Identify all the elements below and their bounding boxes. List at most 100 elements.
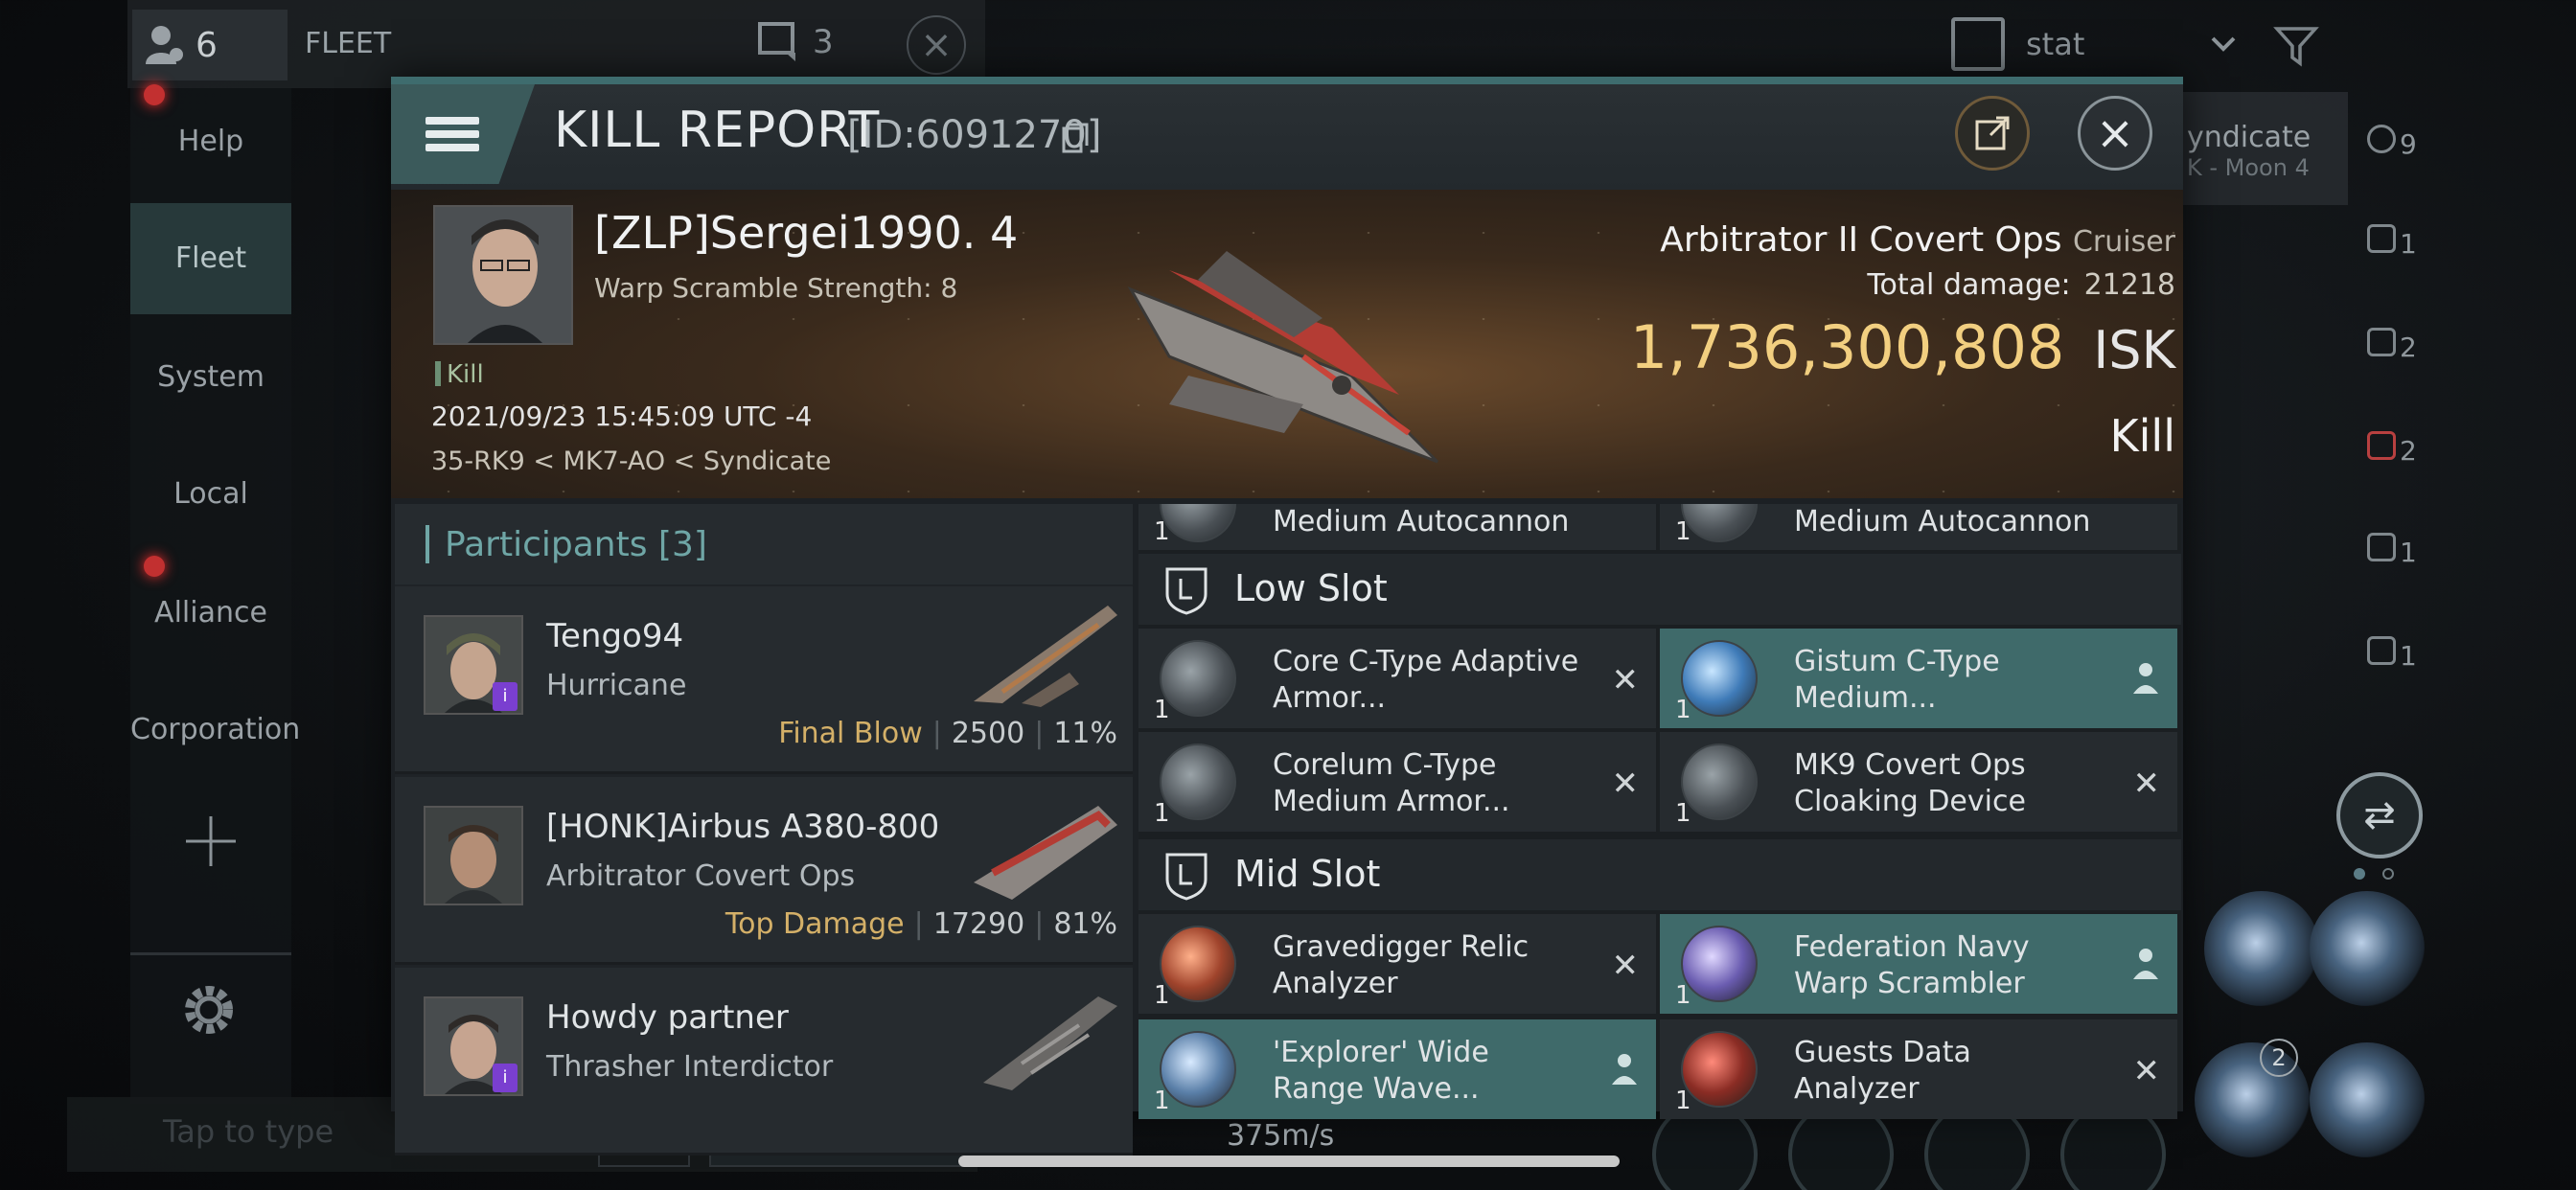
- fitting-quantity: 1: [1154, 696, 1170, 724]
- fitting-item[interactable]: 1 Guests Data Analyzer ✕: [1660, 1019, 2177, 1119]
- participant-ship: Hurricane: [546, 669, 687, 702]
- participant-damage: 2500: [951, 717, 1025, 750]
- sidebar-divider: [130, 952, 291, 955]
- sidebar-item-fleet[interactable]: Fleet: [130, 203, 291, 314]
- armor-hardener-icon: [1160, 640, 1236, 717]
- page-title: KILL REPORT: [554, 102, 881, 159]
- victim-portrait[interactable]: [433, 205, 573, 345]
- chat-count[interactable]: 3: [757, 21, 834, 63]
- crew-count-value: 6: [196, 25, 218, 65]
- sidebar-item-help[interactable]: Help: [130, 125, 291, 158]
- shield-booster-icon: [1681, 640, 1758, 717]
- crew-count[interactable]: 6: [132, 10, 288, 80]
- avatar[interactable]: [424, 806, 523, 905]
- avatar: [435, 207, 571, 343]
- victim-ship-image: [1127, 251, 1439, 464]
- participant-damage: 17290: [932, 907, 1025, 941]
- armor-repairer-icon: [1160, 744, 1236, 820]
- wreck-icon: [2367, 636, 2396, 665]
- fitting-label: MK9 Covert Ops Cloaking Device: [1794, 748, 2026, 818]
- participant-row[interactable]: [HONK]Airbus A380-800 Arbitrator Covert …: [395, 777, 1133, 965]
- kill-tag: Kill: [435, 360, 484, 389]
- warp-strength: Warp Scramble Strength: 8: [594, 272, 958, 304]
- participant-ship-image: [983, 996, 1117, 1090]
- fleet-tab[interactable]: FLEET: [305, 27, 391, 60]
- hud-count: 1: [2400, 228, 2417, 260]
- fitting-label: Medium Autocannon: [1794, 505, 2091, 538]
- participant-name: Howdy partner: [546, 998, 789, 1037]
- location-title: yndicate: [2187, 121, 2312, 154]
- low-slot-title: Low Slot: [1234, 567, 1388, 609]
- isk-value: 1,736,300,808 ISK: [1630, 312, 2175, 382]
- fitting-item[interactable]: 1 Core C-Type Adaptive Armor... ✕: [1138, 629, 1656, 728]
- share-icon: [1975, 116, 2010, 150]
- gear-icon[interactable]: [178, 979, 240, 1041]
- fitting-item[interactable]: 1 Medium Autocannon: [1138, 504, 1656, 550]
- participant-row[interactable]: i Howdy partner Thrasher Interdictor: [395, 968, 1133, 1156]
- total-damage-value: 21218: [2083, 268, 2175, 302]
- filter-icon[interactable]: [2273, 23, 2319, 69]
- chat-icon: [758, 22, 795, 61]
- participant-row[interactable]: i Tengo94 Hurricane Final Blow | 2500 | 11%: [395, 586, 1133, 774]
- participant-role: Final Blow: [778, 717, 923, 750]
- module-icon[interactable]: [2310, 1042, 2425, 1157]
- fitting-quantity: 1: [1154, 981, 1170, 1010]
- location-subtitle: K - Moon 4: [2187, 154, 2310, 181]
- notification-dot: [144, 84, 165, 105]
- swap-icon[interactable]: ⇄: [2336, 772, 2423, 858]
- fitting-quantity: 1: [1154, 517, 1170, 546]
- close-button[interactable]: ×: [2078, 96, 2152, 171]
- plus-icon[interactable]: [182, 812, 240, 870]
- fitting-item[interactable]: 1 Gistum C-Type Medium...: [1660, 629, 2177, 728]
- fitting-quantity: 1: [1154, 799, 1170, 828]
- close-icon[interactable]: ×: [907, 15, 966, 75]
- participant-percent: 11%: [1053, 717, 1117, 750]
- participants-header-bar: [426, 525, 429, 563]
- total-damage-label: Total damage:: [1867, 268, 2071, 302]
- fitting-item[interactable]: 1 Gravedigger Relic Analyzer ✕: [1138, 914, 1656, 1014]
- hud-count: 2: [2400, 435, 2417, 467]
- warp-scrambler-icon: [1681, 926, 1758, 1002]
- fitting-label: 'Explorer' Wide Range Wave...: [1273, 1036, 1489, 1106]
- shield-icon: [1165, 853, 1208, 901]
- participant-name: [HONK]Airbus A380-800: [546, 808, 940, 846]
- low-slot-header: Low Slot: [1138, 554, 2181, 625]
- share-button[interactable]: [1955, 96, 2030, 171]
- fitting-label: Medium Autocannon: [1273, 505, 1570, 538]
- cloaking-device-icon: [1681, 744, 1758, 820]
- module-count-badge: 2: [2260, 1039, 2298, 1077]
- ship-class: Cruiser: [2072, 225, 2175, 259]
- fitting-item[interactable]: 1 Corelum C-Type Medium Armor... ✕: [1138, 732, 1656, 832]
- fitting-quantity: 1: [1675, 517, 1691, 546]
- participants-count: [3]: [657, 525, 707, 564]
- sidebar-item-corporation[interactable]: Corporation: [130, 713, 300, 746]
- dropped-person-icon: [2133, 949, 2158, 979]
- isk-unit: ISK: [2093, 320, 2175, 380]
- hud-count: 2: [2400, 332, 2417, 363]
- overview-select-label: stat: [2026, 26, 2085, 62]
- participant-ship-image: [974, 606, 1117, 707]
- ship-name: Arbitrator II Covert Ops Cruiser: [1660, 220, 2175, 260]
- mid-slot-header: Mid Slot: [1138, 839, 2181, 910]
- fitting-label: Guests Data Analyzer: [1794, 1036, 1971, 1106]
- dropped-person-icon: [1612, 1054, 1637, 1085]
- module-icon[interactable]: [2310, 891, 2425, 1006]
- fitting-item[interactable]: 1 MK9 Covert Ops Cloaking Device ✕: [1660, 732, 2177, 832]
- copy-icon[interactable]: [1062, 123, 1089, 153]
- overview-select[interactable]: stat: [1951, 17, 2236, 71]
- fitting-quantity: 1: [1675, 799, 1691, 828]
- fitting-item[interactable]: 1 Medium Autocannon: [1660, 504, 2177, 550]
- location-panel[interactable]: yndicate K - Moon 4: [2175, 92, 2348, 205]
- sidebar-item-system[interactable]: System: [130, 360, 291, 394]
- notification-dot: [144, 556, 165, 577]
- autocannon-icon: [1160, 504, 1236, 542]
- page-dots: [2354, 868, 2394, 880]
- fitting-item[interactable]: 1 Federation Navy Warp Scrambler: [1660, 914, 2177, 1014]
- chevron-down-icon: [2211, 36, 2236, 52]
- module-icon[interactable]: [2204, 891, 2319, 1006]
- sidebar-item-local[interactable]: Local: [130, 477, 291, 511]
- fitting-item[interactable]: 1 'Explorer' Wide Range Wave...: [1138, 1019, 1656, 1119]
- victim-name: [ZLP]Sergei1990. 4: [594, 207, 1019, 259]
- mid-slot-title: Mid Slot: [1234, 853, 1381, 895]
- sidebar-item-alliance[interactable]: Alliance: [130, 596, 291, 629]
